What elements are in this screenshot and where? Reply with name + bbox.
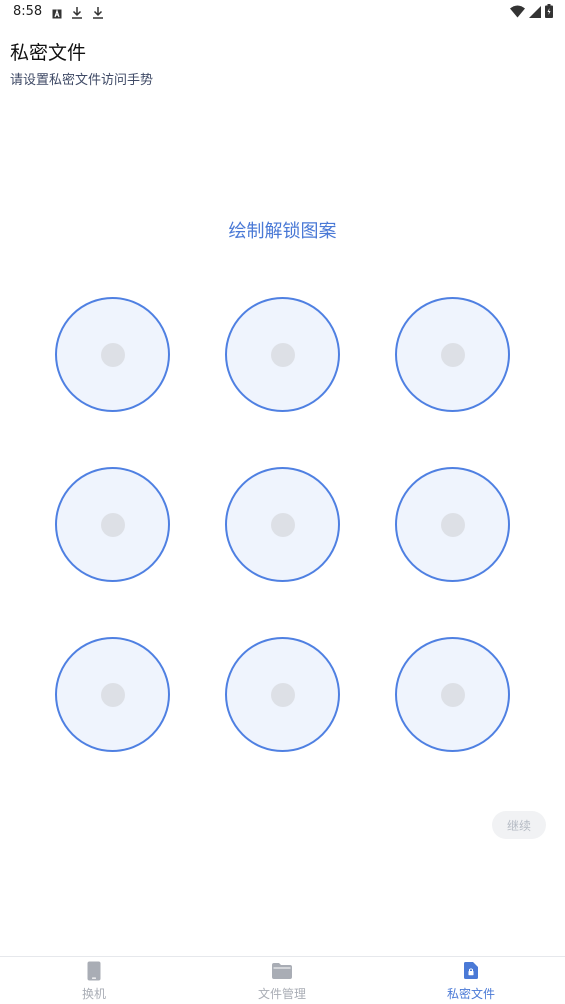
pattern-dot-center xyxy=(270,512,295,537)
status-notification-icons xyxy=(52,4,104,23)
pattern-dot-center xyxy=(270,682,295,707)
status-time: 8:58 xyxy=(13,4,43,19)
pattern-dot-2[interactable] xyxy=(225,297,340,412)
page-title: 私密文件 xyxy=(10,42,87,64)
pattern-dot-9[interactable] xyxy=(395,637,510,752)
locked-file-icon xyxy=(464,962,478,983)
nav-label-switch-phone: 换机 xyxy=(81,987,106,1001)
status-bar: 8:58 xyxy=(0,0,565,24)
pattern-dot-center xyxy=(440,512,465,537)
private-files-screen: 8:58 私密文件 请设置私密文件访问手势 绘制解锁图案 继续 换机 文件管理 … xyxy=(0,0,565,1004)
pattern-dot-3[interactable] xyxy=(395,297,510,412)
battery-icon xyxy=(545,3,553,22)
pattern-dot-4[interactable] xyxy=(55,467,170,582)
pattern-dot-7[interactable] xyxy=(55,637,170,752)
nav-label-private-files: 私密文件 xyxy=(446,987,495,1001)
nav-item-private-files[interactable]: 私密文件 xyxy=(411,957,531,1004)
phone-icon xyxy=(87,961,101,985)
pattern-dot-5[interactable] xyxy=(225,467,340,582)
signal-icon xyxy=(529,3,541,22)
pattern-dot-center xyxy=(270,342,295,367)
folder-icon xyxy=(272,963,292,983)
download-icon xyxy=(71,4,83,23)
nav-item-switch-phone[interactable]: 换机 xyxy=(34,957,154,1004)
continue-button[interactable]: 继续 xyxy=(492,811,546,839)
pattern-dot-8[interactable] xyxy=(225,637,340,752)
pattern-prompt: 绘制解锁图案 xyxy=(228,221,337,242)
bottom-navigation: 换机 文件管理 私密文件 xyxy=(0,956,565,1004)
pattern-dot-center xyxy=(100,512,125,537)
nav-item-file-management[interactable]: 文件管理 xyxy=(222,957,342,1004)
page-subtitle: 请设置私密文件访问手势 xyxy=(10,73,154,88)
pattern-dot-1[interactable] xyxy=(55,297,170,412)
unlock-pattern-grid[interactable] xyxy=(55,297,510,752)
pattern-dot-center xyxy=(440,342,465,367)
pattern-dot-center xyxy=(100,342,125,367)
pattern-dot-center xyxy=(100,682,125,707)
pattern-dot-6[interactable] xyxy=(395,467,510,582)
download-icon xyxy=(92,4,104,23)
wifi-icon xyxy=(510,3,525,22)
pattern-dot-center xyxy=(440,682,465,707)
a-box-icon xyxy=(52,4,62,23)
status-system-icons xyxy=(510,3,553,22)
nav-label-file-management: 文件管理 xyxy=(257,987,306,1001)
